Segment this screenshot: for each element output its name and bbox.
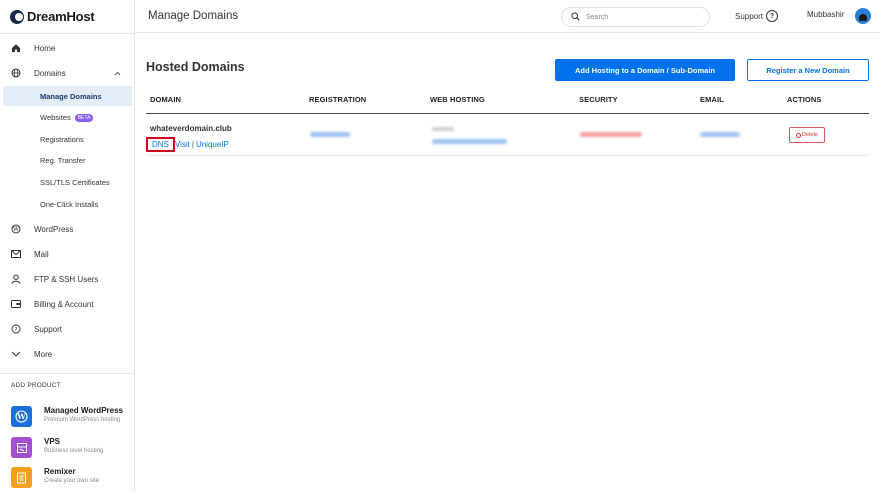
globe-icon — [10, 67, 22, 79]
user-icon — [10, 273, 22, 285]
chevron-down-icon — [10, 348, 22, 360]
avatar[interactable] — [855, 8, 871, 24]
product-desc: Premium WordPress hosting — [44, 417, 121, 423]
sidebar-subitem-label: Manage Domains — [40, 91, 102, 101]
help-icon: ? — [10, 323, 22, 335]
sidebar-subitem-label: Reg. Transfer — [40, 155, 86, 165]
sidebar-item-label: Mail — [34, 249, 49, 259]
product-remixer[interactable]: Remixer Create your own site — [11, 465, 135, 491]
page-title: Manage Domains — [148, 10, 239, 22]
home-icon — [10, 42, 22, 54]
add-hosting-button[interactable]: Add Hosting to a Domain / Sub-Domain — [555, 59, 735, 81]
sidebar-subitem-reg-transfer[interactable]: Reg. Transfer — [0, 150, 135, 170]
wordpress-icon: W — [11, 406, 32, 427]
email-value-redacted — [700, 132, 740, 137]
svg-text:W: W — [13, 226, 20, 233]
sidebar-item-billing[interactable]: Billing & Account — [0, 293, 135, 315]
column-header-email[interactable]: EMAIL — [700, 95, 724, 104]
column-header-domain[interactable]: DOMAIN — [150, 95, 181, 104]
product-managed-wordpress[interactable]: W Managed WordPress Premium WordPress ho… — [11, 404, 135, 430]
visit-link[interactable]: Visit — [175, 140, 190, 149]
svg-text:W: W — [16, 412, 26, 421]
link-separator: | — [191, 140, 194, 149]
wallet-icon — [10, 298, 22, 310]
sidebar-item-label: More — [34, 349, 53, 359]
domain-links: DNS Visit | UniqueIP — [146, 137, 229, 152]
sidebar-subitem-manage-domains[interactable]: Manage Domains — [0, 86, 135, 106]
product-name: Managed WordPress — [44, 406, 123, 415]
product-vps[interactable]: VPS Business level hosting — [11, 435, 135, 461]
dns-link[interactable]: DNS — [146, 137, 175, 152]
brand-name: DreamHost — [27, 9, 95, 24]
search-input[interactable] — [586, 11, 701, 24]
wordpress-icon: W — [10, 223, 22, 235]
product-desc: Create your own site — [44, 478, 100, 484]
sidebar-item-more[interactable]: More — [0, 343, 135, 365]
sidebar-item-label: Billing & Account — [34, 299, 94, 309]
divider — [0, 33, 135, 34]
column-header-registration[interactable]: REGISTRATION — [309, 95, 366, 104]
section-title: Hosted Domains — [146, 60, 245, 74]
sidebar-item-home[interactable]: Home — [0, 37, 135, 59]
websites-label: Websites — [40, 112, 71, 122]
unique-ip-link[interactable]: UniqueIP — [196, 140, 229, 149]
sidebar-subitem-label: One-Click Installs — [40, 199, 99, 209]
help-icon: ? — [766, 10, 779, 22]
divider — [0, 373, 135, 374]
user-name[interactable]: Mubbashir — [807, 10, 844, 19]
sidebar-subitem-registrations[interactable]: Registrations — [0, 129, 135, 149]
hosting-value-redacted — [432, 127, 454, 131]
sidebar-item-ftp-ssh[interactable]: FTP & SSH Users — [0, 268, 135, 290]
product-desc: Business level hosting — [44, 448, 104, 454]
sidebar-item-label: Support — [34, 324, 63, 334]
mail-icon — [10, 248, 22, 260]
brand-logo[interactable]: DreamHost — [10, 9, 95, 24]
topbar: Manage Domains Support ? Mubbashir — [135, 0, 880, 33]
search-icon — [571, 12, 580, 21]
search-box[interactable] — [561, 7, 710, 27]
support-link[interactable]: Support ? — [735, 10, 779, 22]
sidebar-subitem-label: SSL/TLS Certificates — [40, 177, 110, 187]
sidebar-item-wordpress[interactable]: W WordPress — [0, 218, 135, 240]
sidebar-subitem-label: Registrations — [40, 134, 84, 144]
column-header-web-hosting[interactable]: WEB HOSTING — [430, 95, 485, 104]
domain-name[interactable]: whateverdomain.club — [150, 124, 232, 133]
product-name: VPS — [44, 437, 61, 446]
delete-button[interactable]: Delete — [789, 127, 825, 143]
sidebar-subitem-label: Websites BETA — [40, 112, 94, 122]
sidebar-item-support[interactable]: ? Support — [0, 318, 135, 340]
sidebar: DreamHost Home Domains Manage Domains We… — [0, 0, 135, 492]
registration-value-redacted — [310, 132, 350, 137]
chevron-up-icon[interactable] — [114, 69, 121, 78]
sidebar-item-label: FTP & SSH Users — [34, 274, 99, 284]
sidebar-item-domains[interactable]: Domains — [0, 62, 135, 84]
sidebar-subitem-ssl[interactable]: SSL/TLS Certificates — [0, 172, 135, 192]
row-divider — [146, 155, 869, 156]
hosting-link-redacted — [432, 139, 507, 144]
column-header-actions[interactable]: ACTIONS — [787, 95, 821, 104]
product-name: Remixer — [44, 467, 76, 476]
sidebar-subitem-one-click[interactable]: One-Click Installs — [0, 194, 135, 214]
delete-icon — [796, 132, 802, 138]
security-value-redacted — [580, 132, 642, 137]
sidebar-item-label: Home — [34, 43, 56, 53]
delete-label: Delete — [802, 132, 818, 138]
main-content: Hosted Domains Add Hosting to a Domain /… — [135, 34, 880, 492]
column-header-security[interactable]: SECURITY — [579, 95, 618, 104]
svg-text:?: ? — [15, 327, 18, 333]
support-label: Support — [735, 11, 764, 21]
document-icon — [11, 467, 32, 488]
dreamhost-logo-icon — [10, 9, 24, 24]
sidebar-item-label: Domains — [34, 68, 66, 78]
add-product-heading: ADD PRODUCT — [11, 382, 61, 389]
server-icon — [11, 437, 32, 458]
beta-badge: BETA — [74, 113, 94, 122]
sidebar-item-label: WordPress — [34, 224, 74, 234]
sidebar-item-mail[interactable]: Mail — [0, 243, 135, 265]
sidebar-subitem-websites[interactable]: Websites BETA — [0, 107, 135, 127]
register-domain-button[interactable]: Register a New Domain — [747, 59, 869, 81]
table-header-divider — [146, 113, 869, 114]
